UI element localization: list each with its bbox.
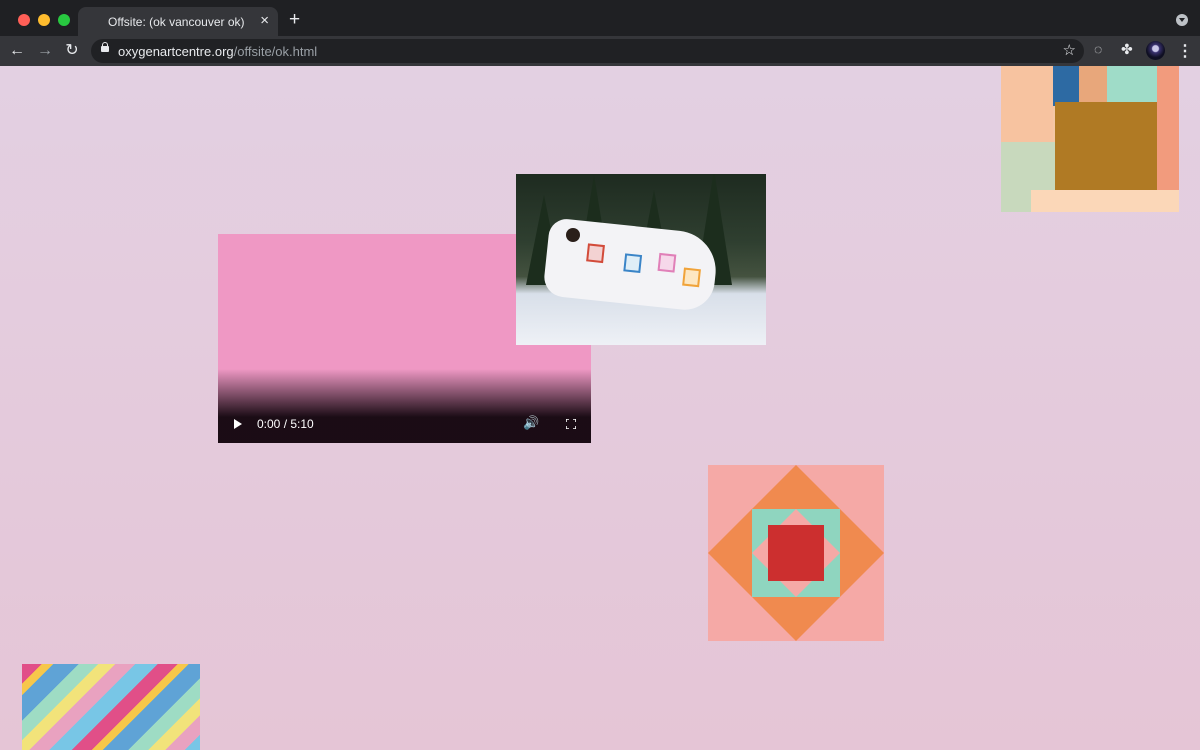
quilt-patch [1053,66,1079,106]
quilt-patch [1107,66,1157,102]
quilt-patch [586,243,605,264]
volume-icon[interactable]: 🔊 [523,415,539,431]
minimize-window-button[interactable] [38,14,50,26]
maximize-window-button[interactable] [58,14,70,26]
quilt-patch [1031,190,1179,212]
browser-tab-bar: Offsite: (ok vancouver ok) × + [0,0,1200,36]
quilt-corner-image [1001,66,1179,212]
video-time: 0:00 / 5:10 [257,417,314,431]
bookmark-star-icon[interactable]: ☆ [1063,41,1076,59]
reload-icon[interactable]: ↻ [61,40,83,62]
quilt-patch [1055,102,1157,192]
star-block-graphic [708,465,884,641]
browser-toolbar: ← → ↻ oxygenartcentre.org/offsite/ok.htm… [0,36,1200,66]
window-controls [18,14,70,26]
extension-eye-icon[interactable]: ◌ [1094,41,1102,57]
new-tab-button[interactable]: + [289,10,300,29]
extensions-puzzle-icon[interactable]: ✤ [1121,41,1133,58]
address-bar[interactable]: oxygenartcentre.org/offsite/ok.html ☆ [91,39,1084,63]
url-path: /offsite/ok.html [233,44,318,59]
quilt-patch [1079,66,1107,104]
tab-search-icon[interactable] [1176,14,1188,26]
tab-title: Offsite: (ok vancouver ok) [108,15,245,29]
lock-icon [101,42,109,52]
close-window-button[interactable] [18,14,30,26]
star-quilt-block-image [708,465,884,641]
quilt-in-snow-photo [516,174,766,345]
forward-arrow-icon[interactable]: → [34,40,56,62]
browser-menu-icon[interactable]: ⋮ [1177,41,1193,61]
person-head [566,228,580,242]
fullscreen-icon[interactable] [566,419,576,429]
strip-quilt-image [22,664,200,750]
quilt-patch [1001,66,1053,142]
back-arrow-icon[interactable]: ← [6,40,28,62]
video-controls: 0:00 / 5:10 🔊 [218,369,591,443]
quilt-patch [623,253,643,274]
quilt-patch [657,252,677,273]
quilt-patch [682,267,701,288]
url-host: oxygenartcentre.org [118,44,234,59]
quilt-patch [1157,66,1179,192]
play-icon[interactable] [234,419,242,429]
page-canvas: 0:00 / 5:10 🔊 [0,66,1200,750]
tab-close-icon[interactable]: × [260,13,269,28]
url-text: oxygenartcentre.org/offsite/ok.html [118,44,317,59]
profile-avatar[interactable] [1146,41,1165,60]
browser-tab[interactable]: Offsite: (ok vancouver ok) × [78,7,278,36]
